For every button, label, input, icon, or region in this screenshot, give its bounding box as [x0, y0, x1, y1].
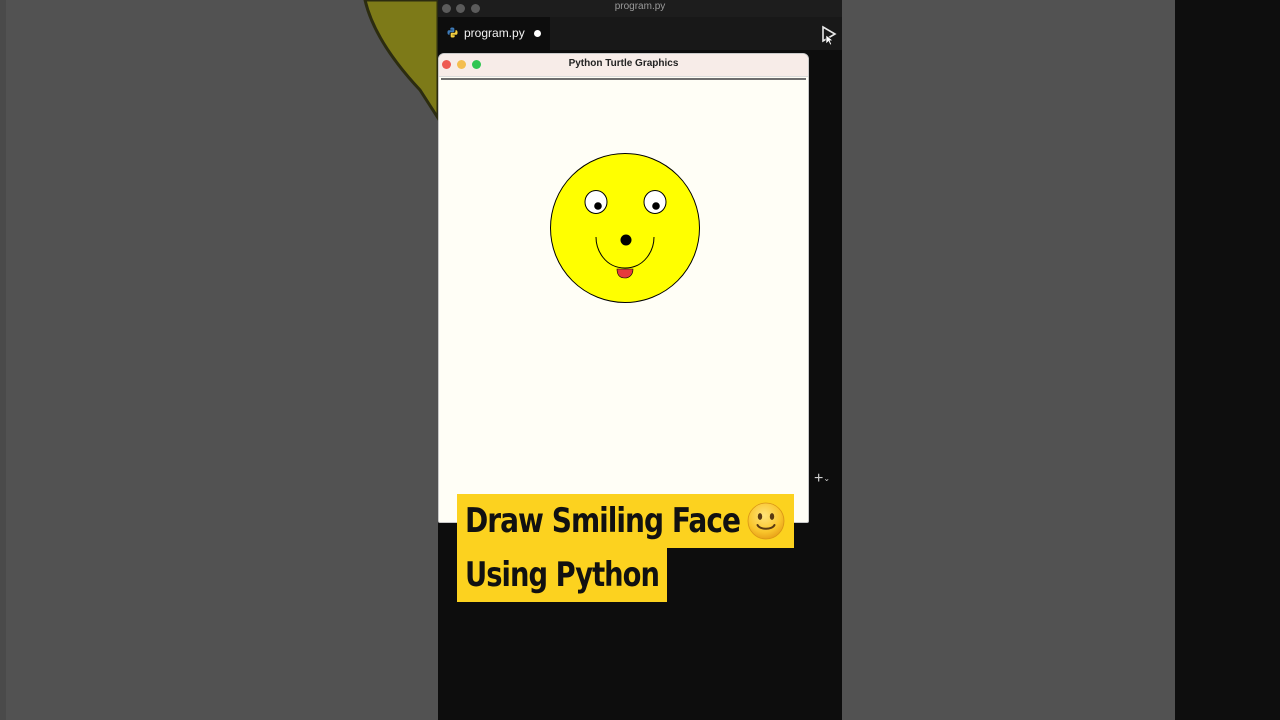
left-eye	[584, 190, 608, 214]
face-circle	[550, 153, 700, 303]
unsaved-indicator	[534, 30, 541, 37]
python-file-icon	[447, 27, 458, 38]
left-pupil	[594, 202, 602, 210]
chevron-down-icon: ⌄	[823, 474, 831, 483]
run-play-icon[interactable]	[820, 25, 838, 45]
turtle-canvas	[441, 80, 805, 520]
editor-window-title: program.py	[614, 1, 666, 12]
nose	[620, 234, 632, 246]
editor-titlebar: program.py	[438, 0, 842, 17]
caption-line-1: Draw Smiling Face	[457, 494, 794, 548]
new-terminal-button[interactable]: +⌄	[814, 470, 840, 488]
caption-line-2: Using Python	[457, 548, 667, 602]
dark-background-strip	[1175, 0, 1280, 720]
turtle-window-titlebar: Python Turtle Graphics	[439, 54, 808, 77]
blurred-background-right	[842, 0, 1175, 720]
smiley-face-drawing	[550, 153, 700, 303]
tab-filename: program.py	[464, 26, 525, 40]
blurred-face-fragment	[363, 0, 438, 121]
caption-line-2-text: Using Python	[465, 555, 660, 595]
smiling-face-emoji-icon	[747, 502, 785, 539]
right-eye	[643, 190, 667, 214]
editor-tab-bar: program.py	[438, 17, 842, 50]
right-pupil	[652, 202, 660, 210]
blurred-background-left	[0, 0, 438, 720]
caption-line-1-text: Draw Smiling Face	[465, 501, 741, 541]
turtle-window-title: Python Turtle Graphics	[568, 58, 679, 69]
turtle-graphics-window: Python Turtle Graphics	[438, 53, 809, 523]
tab-program-py[interactable]: program.py	[438, 17, 550, 50]
plus-icon: +	[814, 470, 824, 488]
